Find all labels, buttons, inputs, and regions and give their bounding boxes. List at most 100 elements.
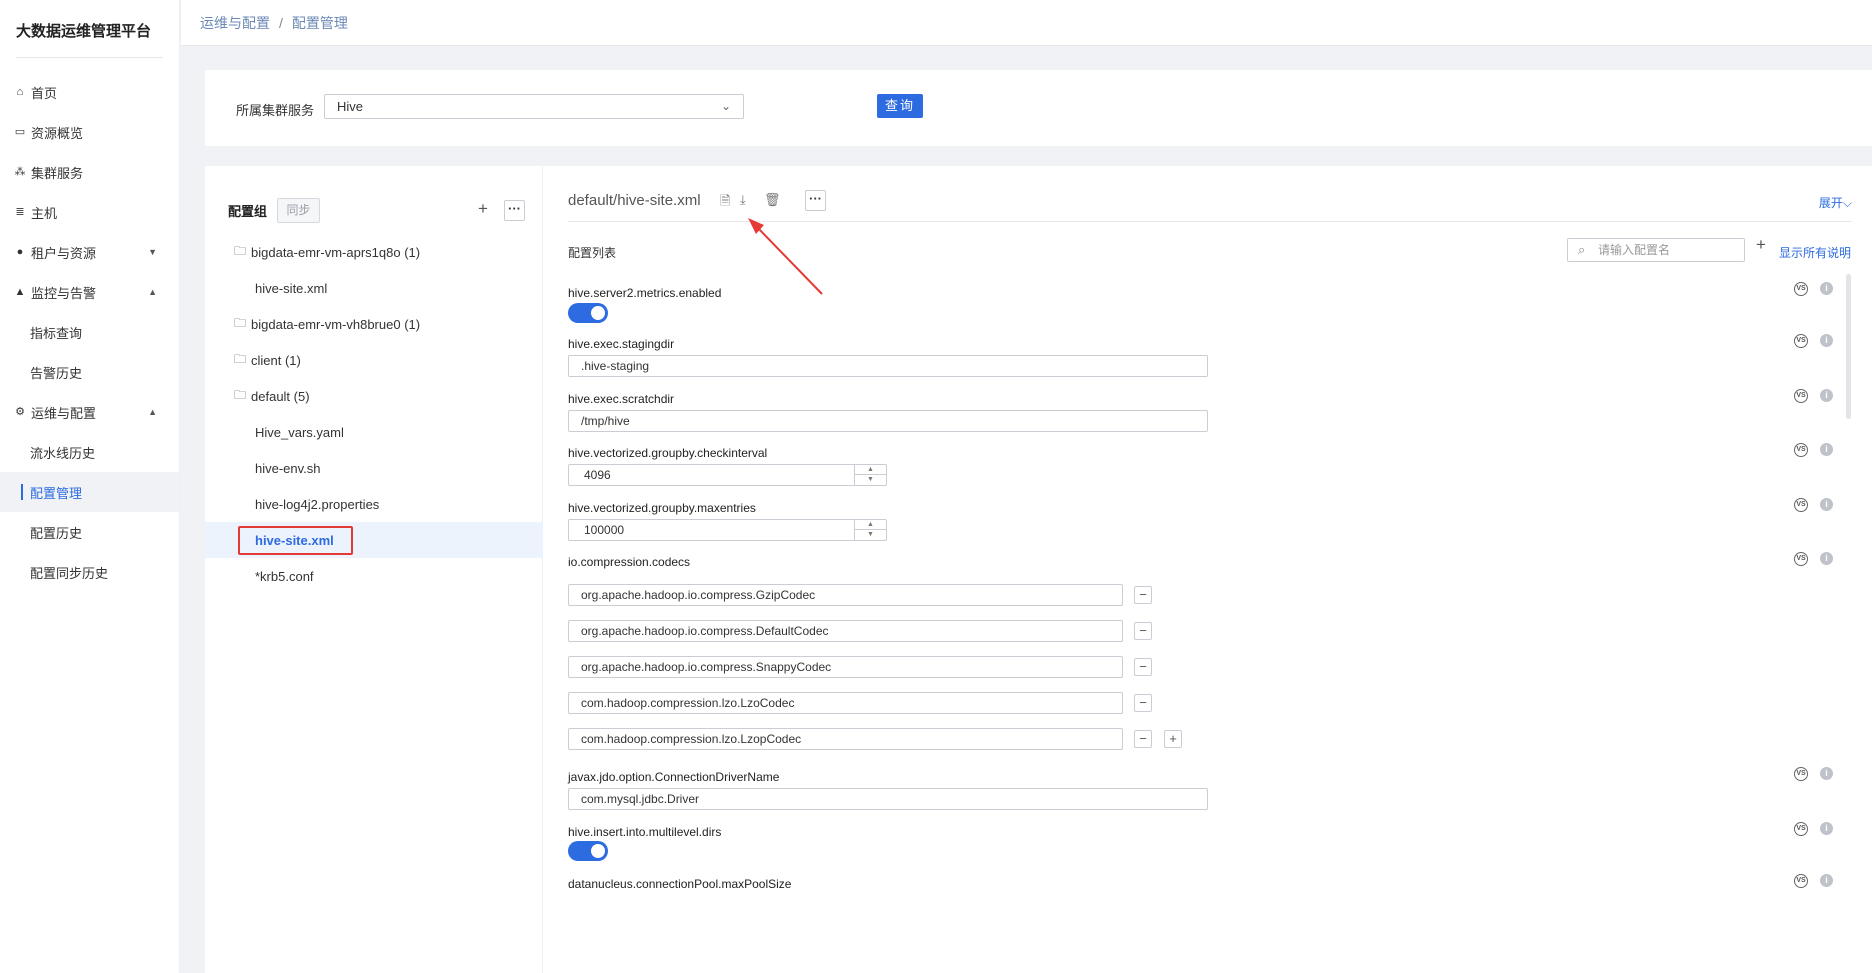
info-icon[interactable]: i (1820, 767, 1833, 780)
show-all-descriptions-link[interactable]: 显示所有说明 (1779, 244, 1851, 261)
cluster-service-select[interactable]: Hive ⌄ (324, 94, 744, 119)
remove-item-button[interactable]: − (1134, 694, 1152, 712)
sidebar-item-cluster-services[interactable]: ⁂ 集群服务 (0, 152, 179, 192)
remove-item-button[interactable]: − (1134, 658, 1152, 676)
add-item-button[interactable]: + (1164, 730, 1182, 748)
chevron-down-icon[interactable]: ▼ (855, 530, 886, 540)
chevron-up-icon[interactable]: ▲ (855, 520, 886, 530)
chevron-up-icon: ▲ (148, 407, 157, 417)
search-icon: ⌕ (1578, 242, 1586, 257)
info-icon[interactable]: i (1820, 334, 1833, 347)
remove-item-button[interactable]: − (1134, 730, 1152, 748)
toggle-switch[interactable] (568, 841, 608, 861)
codec-list-input[interactable]: org.apache.hadoop.io.compress.GzipCodec (568, 584, 1123, 606)
prop-text-input[interactable]: .hive-staging (568, 355, 1208, 377)
prop-text-input[interactable]: /tmp/hive (568, 410, 1208, 432)
query-button[interactable]: 查询 (877, 94, 923, 118)
tree-folder[interactable]: 🗀 bigdata-emr-vm-vh8brue0 (1) (205, 306, 543, 342)
config-group-tree: 配置组 同步 + ··· 🗀 bigdata-emr-vm-aprs1q8o (1… (205, 166, 543, 973)
sidebar-item-metrics[interactable]: 指标查询 (0, 312, 179, 352)
sidebar-item-home[interactable]: ⌂ 首页 (0, 72, 179, 112)
folder-icon: 🗀 (234, 351, 247, 366)
vs-icon[interactable]: VS (1794, 822, 1808, 836)
sidebar-item-tenants[interactable]: ● 租户与资源 ▼ (0, 232, 179, 272)
tree-file[interactable]: hive-env.sh (205, 450, 543, 486)
download-icon[interactable]: ⤓ (740, 192, 746, 208)
vs-icon[interactable]: VS (1794, 767, 1808, 781)
toggle-switch[interactable] (568, 303, 608, 323)
sync-button[interactable]: 同步 (277, 198, 321, 223)
prop-number-stepper[interactable]: 100000 ▲ ▼ (568, 519, 887, 541)
sidebar-item-hosts[interactable]: ≣ 主机 (0, 192, 179, 232)
sidebar-item-config-sync-history[interactable]: 配置同步历史 (0, 552, 179, 592)
config-list-title: 配置列表 (568, 246, 617, 260)
vs-icon[interactable]: VS (1794, 443, 1808, 457)
remove-item-button[interactable]: − (1134, 586, 1152, 604)
info-icon[interactable]: i (1820, 443, 1833, 456)
codec-list-input[interactable]: com.hadoop.compression.lzo.LzopCodec (568, 728, 1123, 750)
cluster-service-label: 所属集群服务 (236, 103, 315, 118)
sidebar-nav: ⌂ 首页 ▭ 资源概览 ⁂ 集群服务 ≣ 主机 ● 租户与资源 ▼ ▲ 监控与告警 ▲ 指标查询… (0, 72, 179, 592)
sidebar-item-ops-config[interactable]: ⚙ 运维与配置 ▲ (0, 392, 179, 432)
folder-icon: 🗀 (234, 243, 247, 258)
codec-list-input[interactable]: org.apache.hadoop.io.compress.DefaultCod… (568, 620, 1123, 642)
user-icon: ● (16, 246, 24, 258)
add-group-icon[interactable]: + (478, 199, 488, 219)
main-card: 配置组 同步 + ··· 🗀 bigdata-emr-vm-aprs1q8o (1… (205, 166, 1872, 973)
trash-icon[interactable]: 🗑 (764, 192, 781, 208)
codec-list-input[interactable]: org.apache.hadoop.io.compress.SnappyCode… (568, 656, 1123, 678)
remove-item-button[interactable]: − (1134, 622, 1152, 640)
codec-list-input[interactable]: com.hadoop.compression.lzo.LzoCodec (568, 692, 1123, 714)
sidebar-item-monitoring[interactable]: ▲ 监控与告警 ▲ (0, 272, 179, 312)
tree-list: 🗀 bigdata-emr-vm-aprs1q8o (1) hive-site.x… (205, 234, 543, 594)
tree-file[interactable]: *krb5.conf (205, 558, 543, 594)
server-icon: ≣ (15, 206, 25, 218)
selected-file-highlight: hive-site.xml (238, 525, 353, 555)
tree-folder[interactable]: 🗀 client (1) (205, 342, 543, 378)
tree-file[interactable]: hive-log4j2.properties (205, 486, 543, 522)
vs-icon[interactable]: VS (1794, 874, 1808, 888)
prop-label: hive.vectorized.groupby.maxentries (568, 501, 756, 515)
breadcrumb-parent[interactable]: 运维与配置 (200, 13, 270, 33)
sidebar-item-config-history[interactable]: 配置历史 (0, 512, 179, 552)
bell-icon: ▲ (14, 286, 26, 298)
tree-file[interactable]: Hive_vars.yaml (205, 414, 543, 450)
info-icon[interactable]: i (1820, 822, 1833, 835)
prop-number-stepper[interactable]: 4096 ▲ ▼ (568, 464, 887, 486)
config-search-input[interactable]: ⌕ 请输入配置名 (1567, 238, 1745, 262)
add-config-icon[interactable]: + (1756, 235, 1766, 255)
info-icon[interactable]: i (1820, 874, 1833, 887)
tree-file[interactable]: hive-site.xml (205, 270, 543, 306)
scrollbar[interactable] (1846, 274, 1851, 419)
folder-icon: 🗀 (234, 315, 247, 330)
tree-file-selected[interactable]: hive-site.xml (205, 522, 543, 558)
sidebar-item-pipeline-history[interactable]: 流水线历史 (0, 432, 179, 472)
stepper-buttons[interactable]: ▲ ▼ (854, 465, 886, 485)
chevron-down-icon[interactable]: ▼ (855, 475, 886, 485)
vs-icon[interactable]: VS (1794, 282, 1808, 296)
sidebar-item-config-management[interactable]: 配置管理 (0, 472, 179, 512)
file-more-button[interactable]: ··· (805, 190, 826, 211)
sidebar: 大数据运维管理平台 ⌂ 首页 ▭ 资源概览 ⁂ 集群服务 ≣ 主机 ● 租户与资源 ▼ ▲ 监… (0, 0, 180, 973)
tree-more-button[interactable]: ··· (504, 200, 525, 221)
vs-icon[interactable]: VS (1794, 552, 1808, 566)
file-text-icon[interactable]: 🗎 (720, 192, 730, 214)
tree-folder[interactable]: 🗀 default (5) (205, 378, 543, 414)
info-icon[interactable]: i (1820, 282, 1833, 295)
sidebar-item-alert-history[interactable]: 告警历史 (0, 352, 179, 392)
info-icon[interactable]: i (1820, 498, 1833, 511)
config-panel: default/hive-site.xml 🗎 ⤓ 🗑 ··· 展开⌵ 配置列表… (544, 166, 1872, 973)
vs-icon[interactable]: VS (1794, 389, 1808, 403)
info-icon[interactable]: i (1820, 389, 1833, 402)
chevron-down-icon: ⌄ (720, 99, 731, 113)
prop-label: datanucleus.connectionPool.maxPoolSize (568, 877, 792, 891)
chevron-up-icon[interactable]: ▲ (855, 465, 886, 475)
vs-icon[interactable]: VS (1794, 498, 1808, 512)
prop-text-input[interactable]: com.mysql.jdbc.Driver (568, 788, 1208, 810)
expand-toggle[interactable]: 展开⌵ (1819, 194, 1852, 211)
tree-folder[interactable]: 🗀 bigdata-emr-vm-aprs1q8o (1) (205, 234, 543, 270)
sidebar-item-resources[interactable]: ▭ 资源概览 (0, 112, 179, 152)
stepper-buttons[interactable]: ▲ ▼ (854, 520, 886, 540)
vs-icon[interactable]: VS (1794, 334, 1808, 348)
info-icon[interactable]: i (1820, 552, 1833, 565)
